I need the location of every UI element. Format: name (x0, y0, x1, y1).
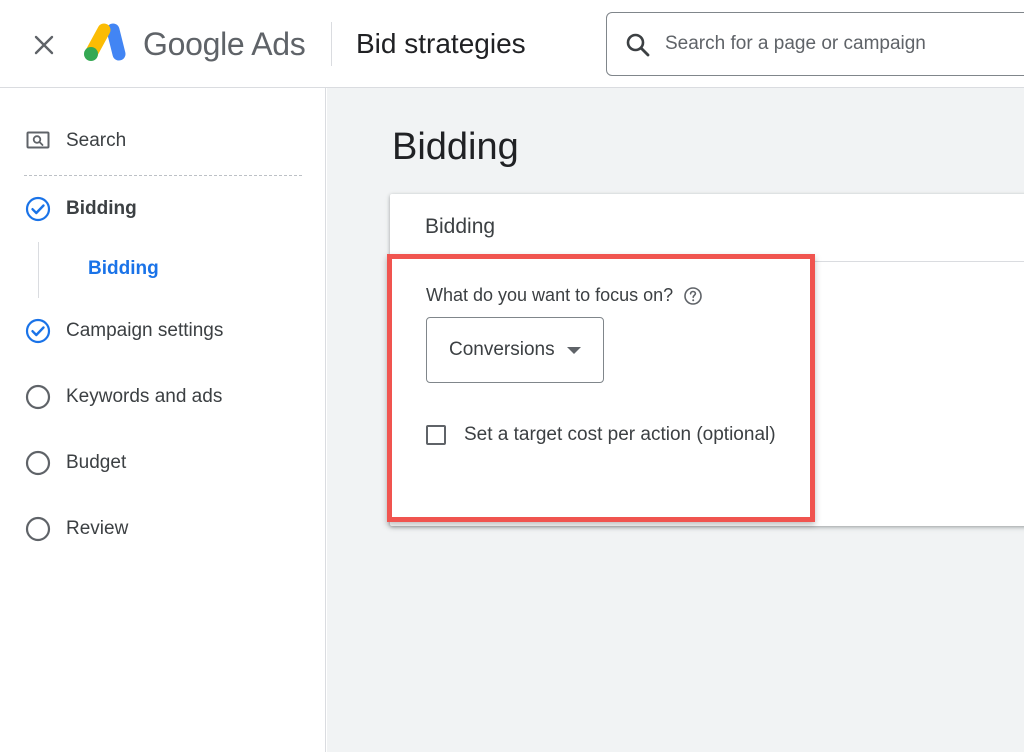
empty-circle-icon (24, 449, 52, 477)
sidebar-item-label: Keywords and ads (66, 386, 223, 407)
check-circle-icon (24, 317, 52, 345)
sidebar-item-budget[interactable]: Budget (24, 449, 126, 477)
sidebar-item-label: Review (66, 518, 129, 539)
card-header: Bidding (390, 194, 1024, 262)
sidebar-item-label: Budget (66, 452, 127, 473)
focus-question: What do you want to focus on? (426, 285, 703, 306)
brand-name: Google Ads (143, 26, 306, 62)
empty-circle-icon (24, 383, 52, 411)
close-button[interactable] (28, 29, 60, 61)
sidebar-item-review[interactable]: Review (24, 515, 128, 543)
focus-dropdown-value: Conversions (449, 339, 555, 360)
page-title: Bidding (392, 126, 519, 168)
header-divider (331, 22, 332, 66)
header-page-title: Bid strategies (356, 28, 526, 59)
focus-question-label: What do you want to focus on? (426, 285, 674, 305)
check-circle-icon (24, 195, 52, 223)
target-cpa-checkbox[interactable] (426, 425, 446, 445)
top-app-bar: Google Ads Bid strategies (0, 0, 1024, 88)
sidebar-subitem-line (38, 242, 39, 298)
empty-circle-icon (24, 515, 52, 543)
close-icon (34, 35, 54, 55)
search-box-icon (24, 127, 52, 155)
bidding-card: Bidding What do you want to focus on? Co… (387, 194, 1024, 526)
google-ads-logo (84, 23, 126, 61)
sidebar-item-label: Search (66, 130, 127, 151)
dropdown-arrow-icon (566, 346, 581, 354)
help-icon[interactable] (683, 286, 703, 306)
highlighted-focus-panel: What do you want to focus on? Conversion… (387, 254, 815, 522)
card-title: Bidding (425, 215, 496, 238)
search-input[interactable] (665, 27, 995, 61)
sidebar-subitem-bidding[interactable]: Bidding (88, 258, 159, 280)
sidebar-divider (24, 175, 302, 176)
sidebar-item-label: Bidding (66, 198, 137, 219)
sidebar-item-label: Campaign settings (66, 320, 224, 341)
main-content: Bidding Bidding What do you want to focu… (327, 88, 1024, 752)
target-cpa-label: Set a target cost per action (optional) (464, 424, 776, 445)
search-icon (626, 33, 650, 57)
sidebar-item-campaign-settings[interactable]: Campaign settings (24, 317, 223, 345)
sidebar-item-search[interactable]: Search (24, 127, 126, 155)
target-cpa-option[interactable]: Set a target cost per action (optional) (426, 424, 776, 446)
sidebar-item-keywords-and-ads[interactable]: Keywords and ads (24, 383, 222, 411)
search-box[interactable] (606, 12, 1024, 76)
sidebar-item-bidding[interactable]: Bidding (24, 195, 137, 223)
sidebar: Search Bidding Bidding Campaign settings… (0, 88, 326, 752)
focus-dropdown[interactable]: Conversions (426, 317, 604, 383)
